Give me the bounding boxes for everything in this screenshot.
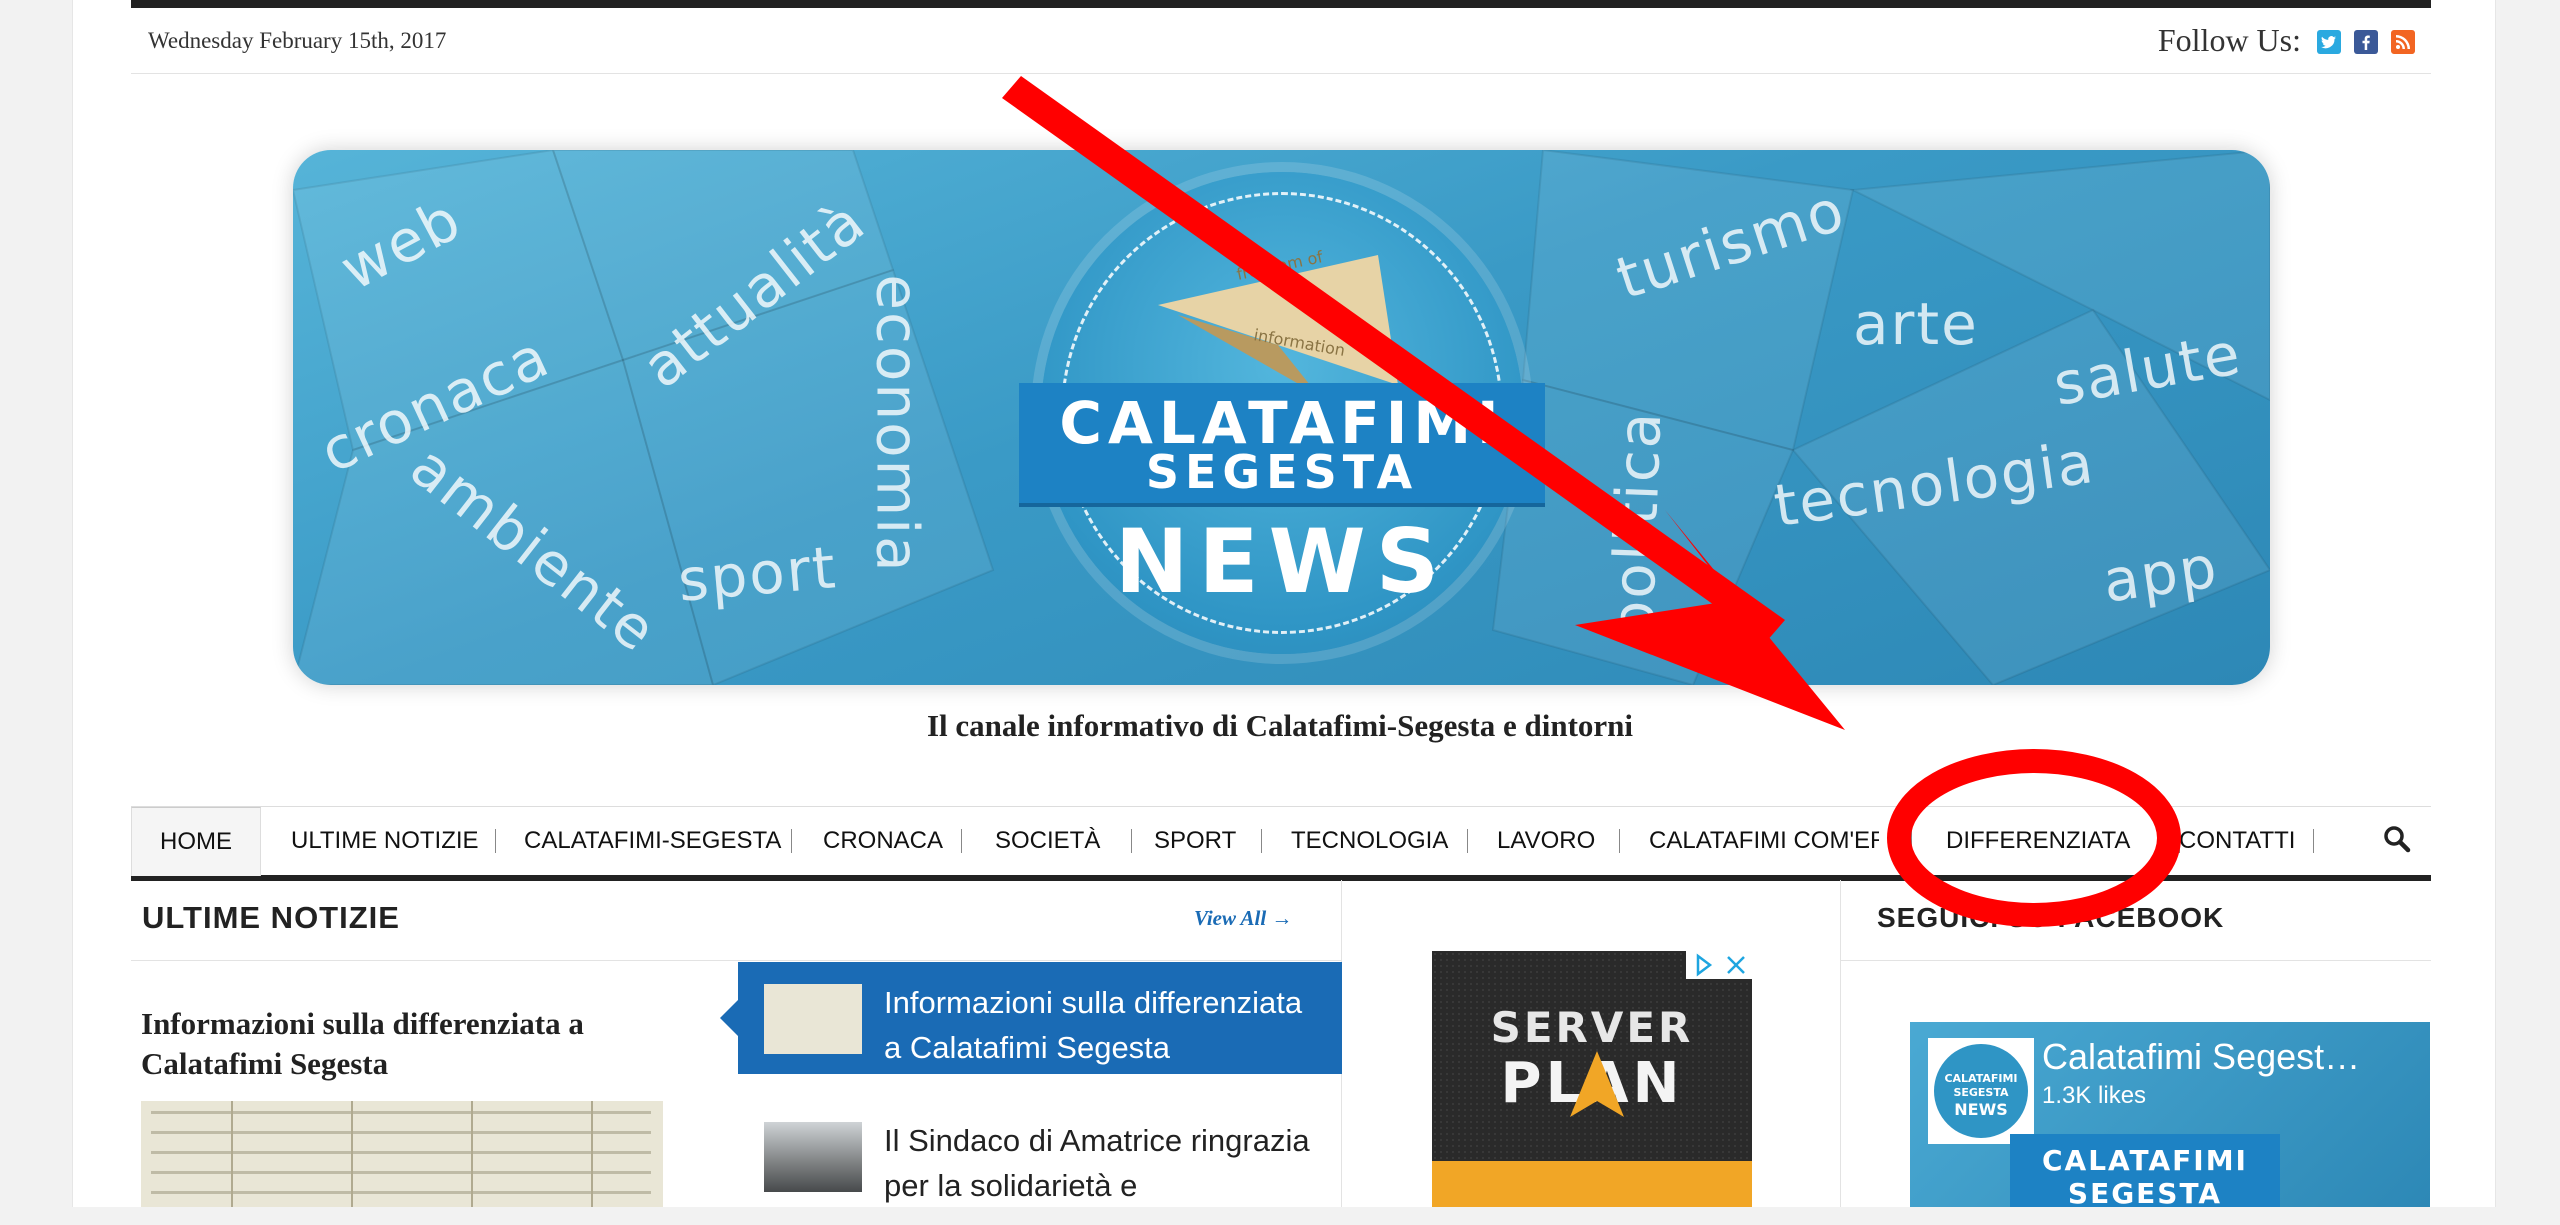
ad-footer [1432,1161,1752,1207]
logo-line-3: NEWS [1114,510,1450,613]
nav-item-calatafimi-segesta[interactable]: CALATAFIMI-SEGESTA [524,807,781,875]
nav-item-sport[interactable]: SPORT [1154,807,1236,875]
current-date: Wednesday February 15th, 2017 [148,28,447,53]
facebook-cover-banner: CALATAFIMI SEGESTA [2010,1134,2280,1207]
nav-separator [961,829,962,853]
logo-ribbon: CALATAFIMI SEGESTA [1019,383,1545,503]
nav-item-differenziata[interactable]: DIFFERENZIATA [1946,807,2130,875]
active-pointer [720,1000,738,1036]
facebook-likes-count: 1.3K likes [2042,1082,2147,1109]
nav-item-lavoro[interactable]: LAVORO [1497,807,1595,875]
facebook-icon[interactable] [2354,30,2378,54]
nav-separator [495,829,496,853]
banner-word: politica [1598,409,1675,639]
banner-word: economia [863,274,932,574]
lead-article-title[interactable]: Informazioni sulla differenziata a Calat… [141,1004,661,1084]
list-item-thumbnail [764,1122,862,1192]
adchoices-icon[interactable] [1686,951,1752,979]
list-item[interactable]: Informazioni sulla differenziata a Calat… [720,962,1342,1074]
banner-word: arte [1853,290,1979,358]
nav-separator [1467,829,1468,853]
nav-item-calatafimi-comera[interactable]: CALATAFIMI COM'ERA [1649,807,1879,875]
facebook-page-logo: CALATAFIMI SEGESTA NEWS [1928,1038,2034,1144]
list-item[interactable]: Il Sindaco di Amatrice ringrazia per la … [738,1100,1342,1212]
top-bar: Wednesday February 15th, 2017 Follow Us: [131,8,2431,74]
list-item-thumbnail [764,984,862,1054]
nav-separator [2313,829,2314,853]
top-border [131,0,2431,8]
list-item-title: Il Sindaco di Amatrice ringrazia per la … [884,1123,1310,1203]
nav-separator [791,829,792,853]
section-divider [1841,960,2431,961]
nav-item-tecnologia[interactable]: TECNOLOGIA [1291,807,1448,875]
column-divider [1840,880,1841,1207]
nav-item-ultime-notizie[interactable]: ULTIME NOTIZIE [291,807,479,875]
nav-item-contatti[interactable]: CONTATTI [2179,807,2295,875]
nav-separator [1131,829,1132,853]
site-tagline: Il canale informativo di Calatafimi-Sege… [926,708,1634,743]
nav-item-home[interactable]: HOME [131,807,261,876]
nav-item-cronaca[interactable]: CRONACA [823,807,943,875]
twitter-icon[interactable] [2317,30,2341,54]
rss-icon[interactable] [2391,30,2415,54]
nav-separator [1261,829,1262,853]
section-divider [131,960,1341,961]
nav-separator [1911,829,1912,853]
follow-us-label: Follow Us: [2157,22,2301,58]
facebook-page-name[interactable]: Calatafimi Segest… [2042,1036,2360,1078]
facebook-section-title: SEGUICI SU FACEBOOK [1877,902,2225,933]
paper-plane-icon: freedom of information [1158,247,1398,395]
nav-separator [1619,829,1620,853]
banner-word: sport [675,533,840,615]
latest-news-title: ULTIME NOTIZIE [142,900,400,935]
site-banner[interactable]: web attualità cronaca ambiente sport eco… [293,150,2270,685]
nav-item-societa[interactable]: SOCIETÀ [995,807,1100,875]
list-item-title: Informazioni sulla differenziata a Calat… [884,985,1303,1065]
logo-line-2: SEGESTA [1145,445,1419,499]
lead-article-image[interactable] [141,1101,663,1207]
advertisement[interactable]: SERVER PLAN [1432,951,1752,1207]
main-nav: HOME ULTIME NOTIZIE CALATAFIMI-SEGESTA C… [131,806,2431,881]
rocket-icon [1570,1051,1624,1117]
ad-line-1: SERVER [1490,1003,1694,1052]
view-all-link[interactable]: View All → [1194,906,1292,931]
search-icon[interactable] [2383,825,2411,853]
facebook-page-widget[interactable]: CALATAFIMI SEGESTA NEWS Calatafimi Seges… [1910,1022,2430,1207]
